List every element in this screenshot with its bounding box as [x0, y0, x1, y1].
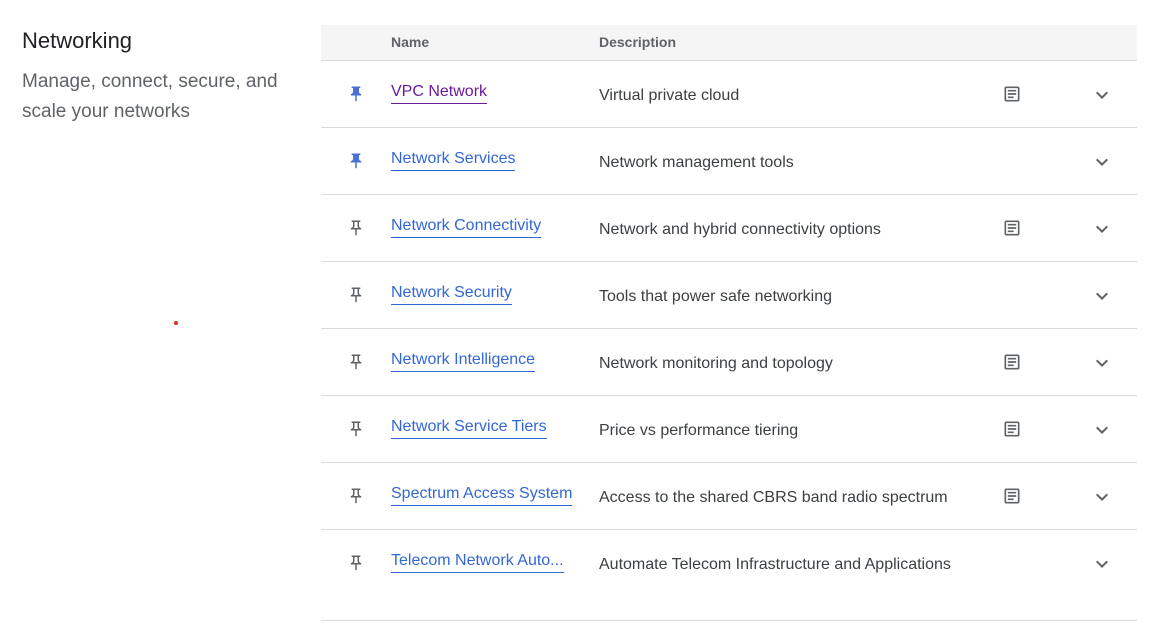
pin-outline-icon[interactable]: [347, 420, 365, 438]
product-link[interactable]: Network Service Tiers: [391, 418, 547, 439]
pin-icon[interactable]: [347, 152, 365, 170]
expand-chevron-icon[interactable]: [1090, 552, 1114, 576]
product-link[interactable]: VPC Network: [391, 83, 488, 104]
table-row: Network Intelligence Network monitoring a…: [321, 329, 1137, 396]
expand-chevron-icon[interactable]: [1090, 83, 1114, 107]
documentation-icon[interactable]: [1002, 352, 1022, 372]
section-subtitle: Manage, connect, secure, and scale your …: [22, 71, 278, 122]
product-description: Network monitoring and topology: [599, 355, 833, 372]
expand-chevron-icon[interactable]: [1090, 485, 1114, 509]
table-row: Network Connectivity Network and hybrid c…: [321, 195, 1137, 262]
expand-chevron-icon[interactable]: [1090, 418, 1114, 442]
product-link[interactable]: Network Connectivity: [391, 217, 542, 238]
product-description: Network management tools: [599, 154, 794, 171]
product-link[interactable]: Network Services: [391, 150, 516, 171]
cursor-dot: [174, 321, 178, 325]
product-description: Price vs performance tiering: [599, 422, 799, 439]
table-row: VPC Network Virtual private cloud: [321, 61, 1137, 128]
pin-outline-icon[interactable]: [347, 286, 365, 304]
expand-chevron-icon[interactable]: [1090, 217, 1114, 241]
table-row: Network Service Tiers Price vs performanc…: [321, 396, 1137, 463]
product-link[interactable]: Telecom Network Auto...: [391, 552, 564, 573]
column-header-description: Description: [599, 34, 677, 50]
product-link[interactable]: Spectrum Access System: [391, 485, 573, 506]
pin-outline-icon[interactable]: [347, 487, 365, 505]
expand-chevron-icon[interactable]: [1090, 284, 1114, 308]
section-info: Networking Manage, connect, secure, and …: [22, 27, 302, 127]
product-description: Tools that power safe networking: [599, 288, 833, 305]
table-row: Network Security Tools that power safe ne…: [321, 262, 1137, 329]
product-link[interactable]: Network Security: [391, 284, 512, 305]
documentation-icon[interactable]: [1002, 419, 1022, 439]
product-description: Access to the shared CBRS band radio spe…: [599, 489, 948, 506]
pin-outline-icon[interactable]: [347, 554, 365, 572]
section-title: Networking: [22, 28, 133, 53]
column-header-name: Name: [391, 34, 430, 50]
pin-outline-icon[interactable]: [347, 219, 365, 237]
table-row: Telecom Network Auto... Automate Telecom …: [321, 530, 1137, 621]
table-row: Network Services Network management tools: [321, 128, 1137, 195]
documentation-icon[interactable]: [1002, 84, 1022, 104]
pin-icon[interactable]: [347, 85, 365, 103]
products-table: Name Description VPC Network Virtual priv…: [321, 25, 1137, 621]
table-row: Spectrum Access System Access to the shar…: [321, 463, 1137, 530]
pin-outline-icon[interactable]: [347, 353, 365, 371]
table-header: Name Description: [321, 25, 1137, 61]
product-link[interactable]: Network Intelligence: [391, 351, 536, 372]
expand-chevron-icon[interactable]: [1090, 150, 1114, 174]
documentation-icon[interactable]: [1002, 218, 1022, 238]
expand-chevron-icon[interactable]: [1090, 351, 1114, 375]
product-description: Network and hybrid connectivity options: [599, 221, 881, 238]
documentation-icon[interactable]: [1002, 486, 1022, 506]
product-description: Virtual private cloud: [599, 87, 740, 104]
product-description: Automate Telecom Infrastructure and Appl…: [599, 556, 951, 573]
